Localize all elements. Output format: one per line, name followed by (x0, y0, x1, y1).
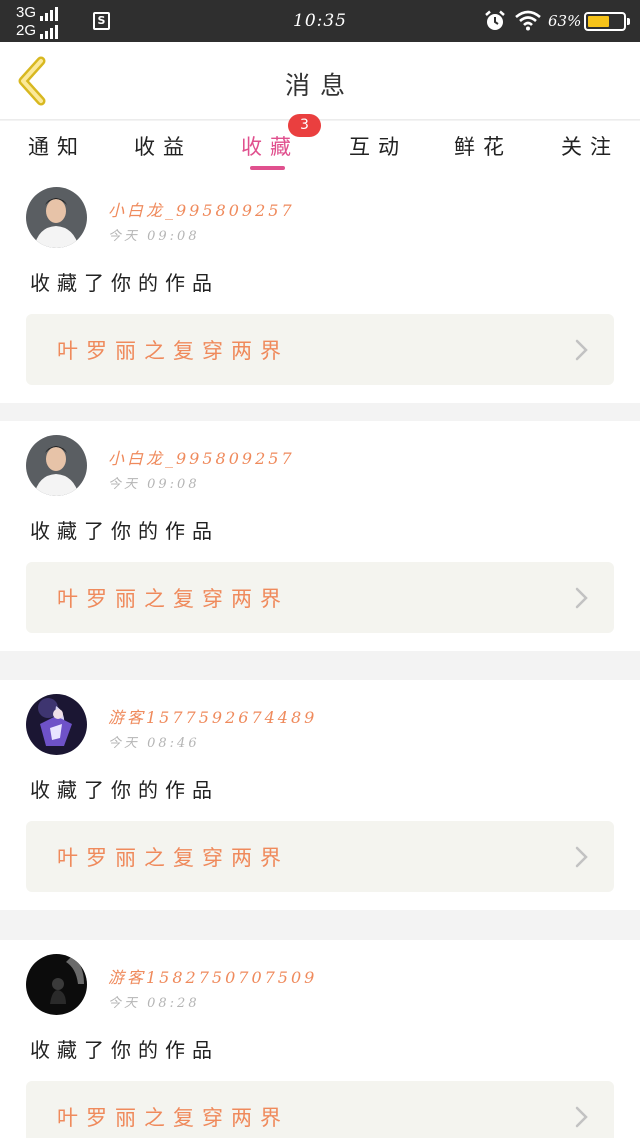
action-text: 收藏了你的作品 (30, 778, 219, 802)
tab-interactions[interactable]: 互动 (328, 131, 428, 161)
work-link[interactable]: 叶罗丽之复穿两界 (26, 562, 614, 633)
user-avatar-image (26, 694, 87, 755)
chevron-right-icon (575, 1106, 588, 1128)
chevron-right-icon (575, 846, 588, 868)
work-title: 叶罗丽之复穿两界 (57, 339, 289, 363)
work-title: 叶罗丽之复穿两界 (57, 587, 289, 611)
timestamp: 今天 09:08 (108, 477, 200, 492)
user-name[interactable]: 游客1582750707509 (108, 964, 317, 988)
page-title: 消息 (284, 71, 355, 100)
avatar[interactable] (26, 954, 87, 1015)
user-name[interactable]: 游客1577592674489 (108, 704, 317, 728)
user-name[interactable]: 小白龙_995809257 (108, 445, 295, 469)
action-text: 收藏了你的作品 (30, 1038, 219, 1062)
action-text: 收藏了你的作品 (30, 519, 219, 543)
battery-percent: 63% (548, 12, 582, 30)
user-avatar-image (26, 954, 87, 1015)
avatar[interactable] (26, 694, 87, 755)
battery-icon (584, 12, 630, 31)
user-avatar-image (26, 435, 87, 496)
status-time: 10:35 (293, 11, 347, 31)
alarm-clock-icon (485, 10, 505, 30)
tab-flowers[interactable]: 鲜花 (433, 131, 533, 161)
timestamp: 今天 08:28 (108, 996, 200, 1011)
chevron-right-icon (575, 339, 588, 361)
work-link[interactable]: 叶罗丽之复穿两界 (26, 1081, 614, 1138)
timestamp: 今天 09:08 (108, 229, 200, 244)
work-link[interactable]: 叶罗丽之复穿两界 (26, 821, 614, 892)
tab-notifications[interactable]: 通知 (7, 131, 107, 161)
timestamp: 今天 08:46 (108, 736, 200, 751)
nav-header: 消息 (0, 42, 640, 120)
tab-following[interactable]: 关注 (540, 131, 640, 161)
list-item: 小白龙_995809257 今天 09:08 收藏了你的作品 叶罗丽之复穿两界 (0, 421, 640, 651)
work-link[interactable]: 叶罗丽之复穿两界 (26, 314, 614, 385)
user-avatar-image (26, 187, 87, 248)
list-item: 小白龙_995809257 今天 09:08 收藏了你的作品 叶罗丽之复穿两界 (0, 173, 640, 403)
active-tab-indicator (250, 166, 285, 170)
wifi-icon (515, 10, 541, 31)
tab-earnings[interactable]: 收益 (113, 131, 213, 161)
status-bar: 3G 2G S 10:35 63% (0, 0, 640, 42)
list-item: 游客1577592674489 今天 08:46 收藏了你的作品 叶罗丽之复穿两… (0, 680, 640, 910)
user-name[interactable]: 小白龙_995809257 (108, 197, 295, 221)
list-item: 游客1582750707509 今天 08:28 收藏了你的作品 叶罗丽之复穿两… (0, 940, 640, 1138)
work-title: 叶罗丽之复穿两界 (57, 846, 289, 870)
chevron-right-icon (575, 587, 588, 609)
avatar[interactable] (26, 187, 87, 248)
avatar[interactable] (26, 435, 87, 496)
action-text: 收藏了你的作品 (30, 271, 219, 295)
favorites-count-badge: 3 (288, 114, 321, 137)
work-title: 叶罗丽之复穿两界 (57, 1106, 289, 1130)
